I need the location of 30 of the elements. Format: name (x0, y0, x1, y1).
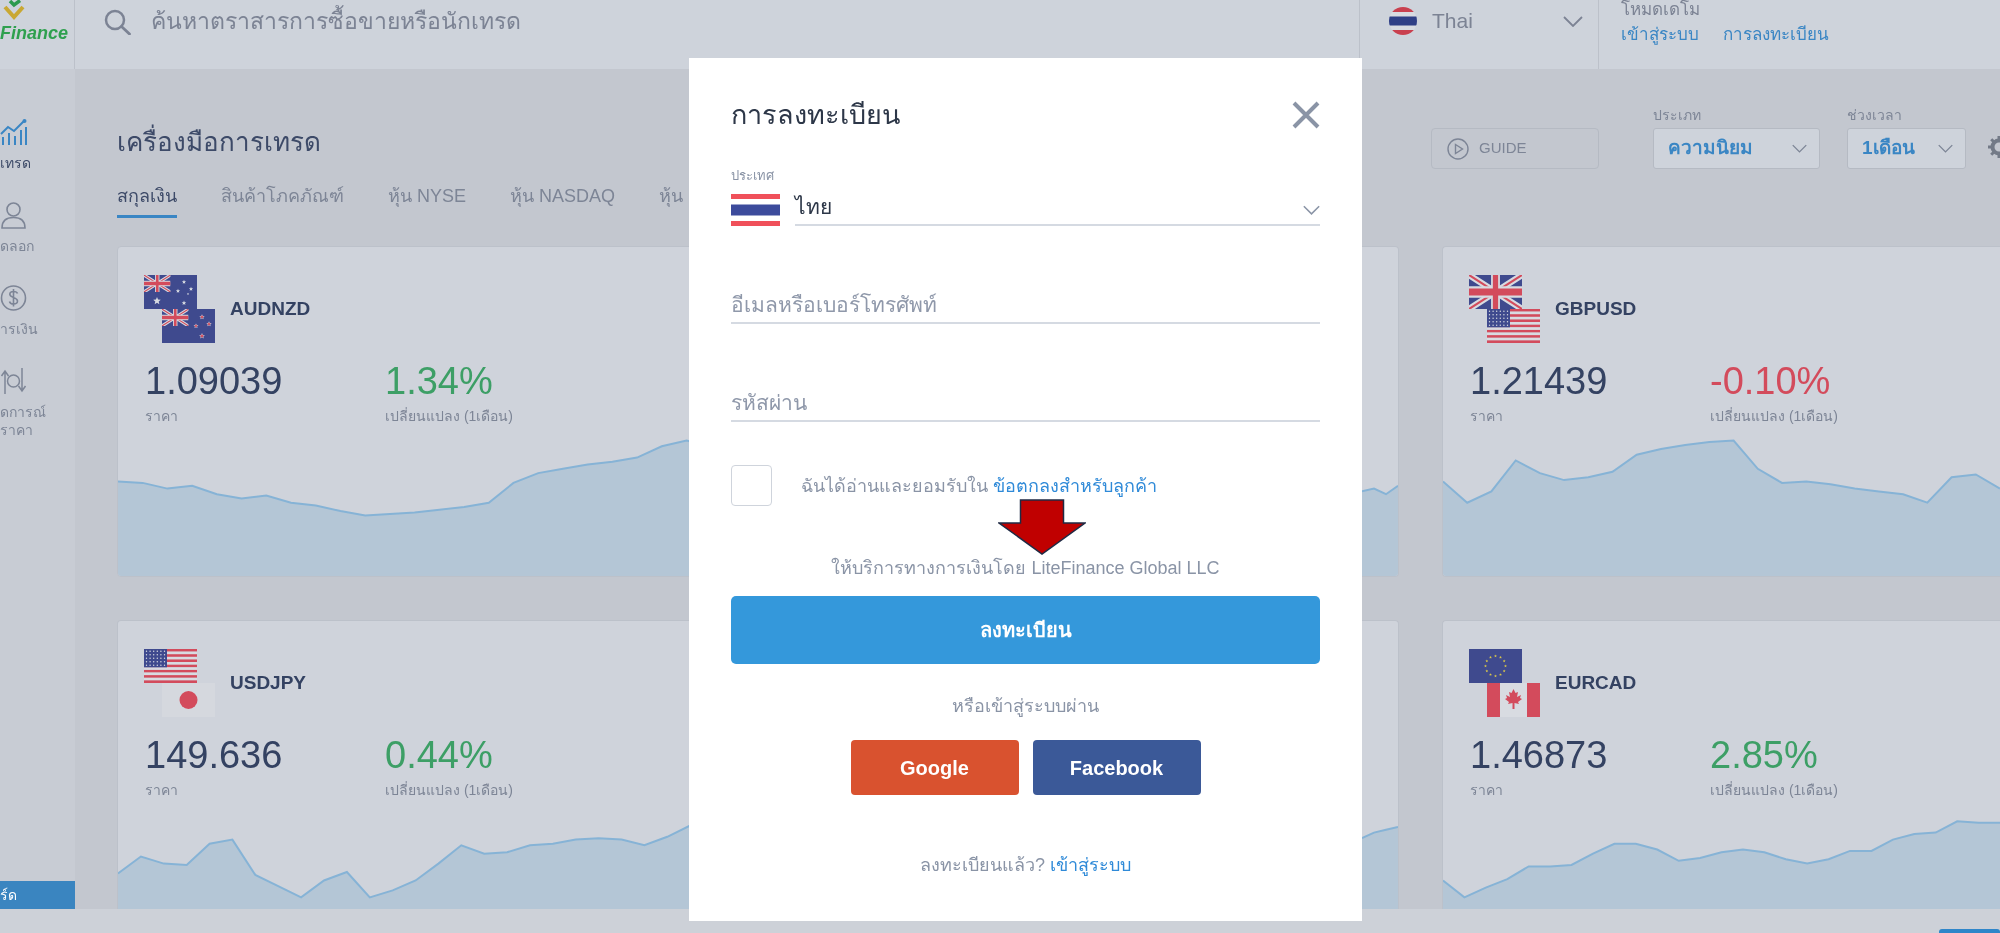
social-prompt: หรือเข้าสู่ระบบผ่าน (952, 695, 1099, 718)
provider-note: ให้บริการทางการเงินโดย LiteFinance Global LLC (831, 556, 1220, 580)
login-prompt: ลงทะเบียนแล้ว? เข้าสู่ระบบ (920, 854, 1131, 877)
filter-label: ช่วงเวลา (1847, 106, 1902, 124)
change-value: -0.10% (1710, 359, 1831, 403)
change-value: 1.34% (385, 359, 493, 403)
price-label: ราคา (145, 407, 178, 425)
field-label: ประเทศ (731, 168, 774, 184)
change-value: 0.44% (385, 733, 493, 777)
change-value: 2.85% (1710, 733, 1818, 777)
pair-name: AUDNZD (230, 296, 311, 321)
price-label: ราคา (1470, 781, 1503, 799)
change-label: เปลี่ยนแปลง (1เดือน) (385, 407, 513, 425)
pair-name: USDJPY (230, 670, 307, 695)
dialog-title: การลงทะเบียน (731, 99, 900, 132)
change-label: เปลี่ยนแปลง (1เดือน) (1710, 407, 1838, 425)
change-label: เปลี่ยนแปลง (1เดือน) (1710, 781, 1838, 799)
change-label: เปลี่ยนแปลง (1เดือน) (385, 781, 513, 799)
price-value: 1.09039 (145, 359, 283, 403)
agreement-text: ฉันได้อ่านและยอมรับใน ข้อตกลงสำหรับลูกค้า (801, 474, 1157, 498)
pair-name: GBPUSD (1555, 296, 1637, 321)
page-title: เครื่องมือการเทรด (117, 124, 321, 160)
price-value: 1.46873 (1470, 733, 1608, 777)
mode-label: โหมดเดโม (1621, 0, 1700, 19)
price-value: 1.21439 (1470, 359, 1608, 403)
price-label: ราคา (1470, 407, 1503, 425)
pair-name: EURCAD (1555, 670, 1637, 695)
price-value: 149.636 (145, 733, 283, 777)
filter-label: ประเภท (1653, 106, 1701, 124)
price-label: ราคา (145, 781, 178, 799)
